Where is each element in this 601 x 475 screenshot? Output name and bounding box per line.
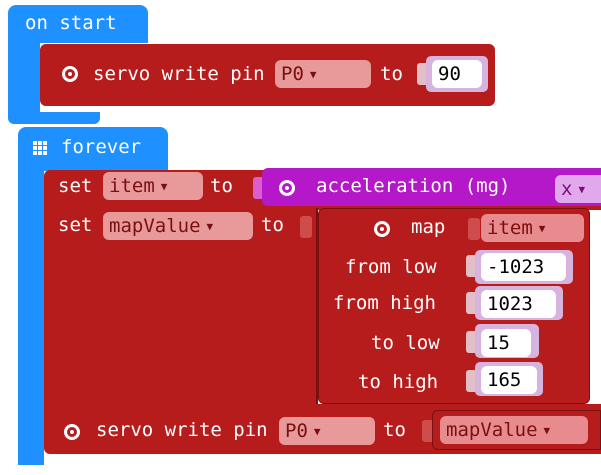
pin-dropdown-start[interactable]: P0 ▼ [275, 60, 371, 88]
set-label: set [58, 175, 93, 197]
from-high-input[interactable]: 1023 [481, 290, 556, 318]
to-low-label: to low [371, 332, 440, 354]
map-input-dropdown[interactable]: item ▼ [481, 214, 584, 242]
angle-input-start[interactable]: 90 [432, 60, 482, 88]
chevron-down-icon: ▼ [578, 182, 586, 196]
chevron-down-icon: ▼ [538, 221, 546, 235]
from-low-input[interactable]: -1023 [481, 253, 566, 281]
variable-dropdown-item[interactable]: item ▼ [103, 172, 203, 200]
to-label: to [380, 63, 403, 85]
mapvalue-dropdown[interactable]: mapValue ▼ [440, 416, 588, 444]
to-low-input[interactable]: 15 [481, 329, 531, 357]
chevron-down-icon: ▼ [309, 67, 317, 81]
to-label: to [210, 175, 233, 197]
to-high-label: to high [358, 371, 439, 393]
chevron-down-icon: ▼ [160, 179, 168, 193]
input-notch [468, 218, 480, 240]
chevron-down-icon: ▼ [313, 424, 321, 438]
forever-block-body [18, 160, 44, 465]
servo-write-label: servo write pin [96, 419, 268, 441]
forever-label: forever [61, 136, 142, 158]
map-label: map [411, 216, 446, 238]
servo-icon [64, 424, 80, 440]
chevron-down-icon: ▼ [206, 219, 214, 233]
to-label: to [261, 214, 284, 236]
to-high-input[interactable]: 165 [481, 366, 537, 394]
servo-write-label: servo write pin [93, 63, 265, 85]
on-start-label: on start [25, 12, 117, 34]
map-icon [374, 221, 390, 237]
on-start-block-foot [8, 112, 100, 124]
accelerometer-icon [279, 180, 295, 196]
servo-icon [62, 66, 78, 82]
input-notch [300, 216, 312, 238]
from-high-label: from high [333, 292, 436, 314]
chevron-down-icon: ▼ [543, 423, 551, 437]
grid-icon [33, 141, 47, 155]
pin-dropdown-forever[interactable]: P0 ▼ [279, 417, 375, 445]
axis-dropdown[interactable]: x ▼ [555, 175, 601, 203]
set-label: set [58, 214, 93, 236]
on-start-block-body [8, 40, 40, 118]
variable-dropdown-mapvalue[interactable]: mapValue ▼ [103, 212, 253, 240]
from-low-label: from low [345, 256, 437, 278]
acceleration-label: acceleration (mg) [316, 175, 511, 197]
to-label: to [383, 419, 406, 441]
